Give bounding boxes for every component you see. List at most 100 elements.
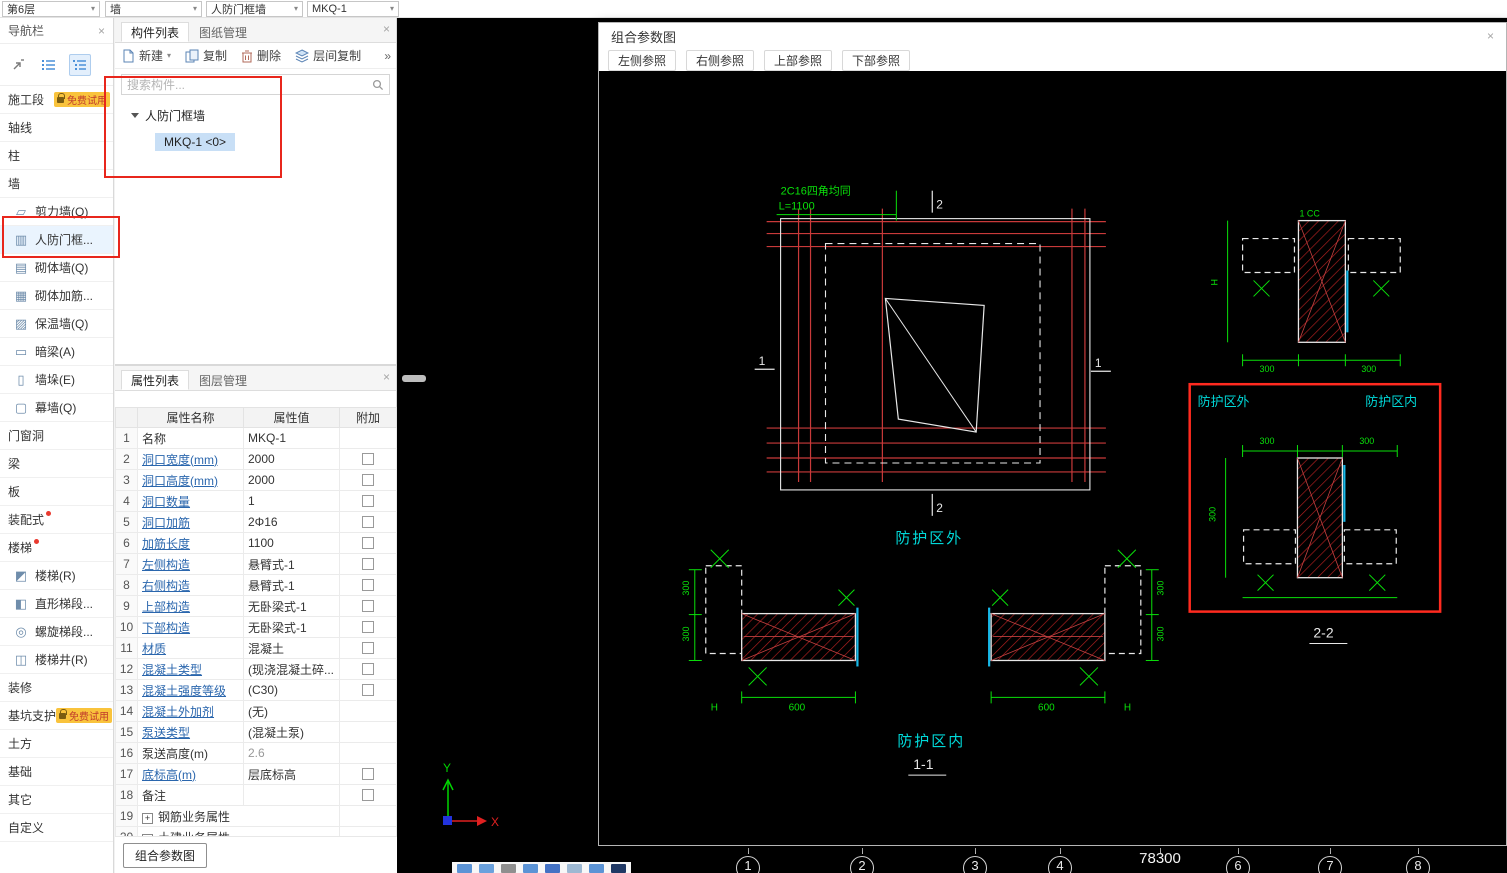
status-mini-toolbar[interactable] <box>452 862 631 873</box>
property-value[interactable]: (无) <box>244 701 340 722</box>
property-name[interactable]: 名称 <box>138 428 244 449</box>
property-value[interactable]: 2.6 <box>244 743 340 764</box>
property-name[interactable]: 洞口数量 <box>138 491 244 512</box>
tab-drawing-management[interactable]: 图纸管理 <box>189 22 257 42</box>
tree-group-row[interactable]: 人防门框墙 <box>131 107 396 124</box>
attach-checkbox[interactable] <box>362 642 374 654</box>
property-value[interactable]: 混凝土 <box>244 638 340 659</box>
nav-item-curtain-wall[interactable]: ▢幕墙(Q) <box>0 394 113 422</box>
nav-item-slab[interactable]: 板 <box>0 478 113 506</box>
property-name[interactable]: 备注 <box>138 785 244 806</box>
nav-item-construction-section[interactable]: 施工段免费试用 <box>0 86 113 114</box>
tab-property-list[interactable]: 属性列表 <box>121 370 189 390</box>
nav-item-wall[interactable]: 墙 <box>0 170 113 198</box>
property-value[interactable]: 悬臂式-1 <box>244 575 340 596</box>
attach-checkbox[interactable] <box>362 663 374 675</box>
property-name[interactable]: 泵送高度(m) <box>138 743 244 764</box>
nav-item-column[interactable]: 柱 <box>0 142 113 170</box>
property-name[interactable]: +土建业务属性 <box>138 827 340 837</box>
nav-item-earthwork[interactable]: 土方 <box>0 730 113 758</box>
nav-item-pit-support[interactable]: 基坑支护免费试用 <box>0 702 113 730</box>
dialog-drawing-area[interactable]: 2C16四角均同 L=1100 2 2 1 1 <box>599 71 1506 845</box>
nav-item-beam[interactable]: 梁 <box>0 450 113 478</box>
property-value[interactable]: 1100 <box>244 533 340 554</box>
tree-item-mkq1[interactable]: MKQ-1 <0> <box>155 133 235 151</box>
attach-checkbox[interactable] <box>362 558 374 570</box>
nav-item-foundation[interactable]: 基础 <box>0 758 113 786</box>
property-value[interactable]: 2000 <box>244 470 340 491</box>
list-view-icon[interactable] <box>38 54 60 76</box>
property-name[interactable]: 洞口加筋 <box>138 512 244 533</box>
nav-item-door-window-opening[interactable]: 门窗洞 <box>0 422 113 450</box>
mini-toolbar-icon[interactable] <box>567 864 582 873</box>
close-icon[interactable]: × <box>98 25 105 37</box>
attach-checkbox[interactable] <box>362 684 374 696</box>
property-value[interactable]: 2Φ16 <box>244 512 340 533</box>
floor-dropdown[interactable]: 第6层▾ <box>2 1 100 17</box>
nav-item-insulation-wall[interactable]: ▨保温墙(Q) <box>0 310 113 338</box>
property-value[interactable]: (现浇混凝土碎... <box>244 659 340 680</box>
tab-bottom-reference[interactable]: 下部参照 <box>842 50 910 71</box>
mini-toolbar-icon[interactable] <box>479 864 494 873</box>
property-value[interactable] <box>244 785 340 806</box>
mini-toolbar-icon[interactable] <box>589 864 604 873</box>
attach-checkbox[interactable] <box>362 600 374 612</box>
property-value[interactable]: 1 <box>244 491 340 512</box>
property-name[interactable]: +钢筋业务属性 <box>138 806 340 827</box>
property-name[interactable]: 下部构造 <box>138 617 244 638</box>
tree-view-icon[interactable] <box>69 54 91 76</box>
nav-item-decoration[interactable]: 装修 <box>0 674 113 702</box>
nav-item-shear-wall[interactable]: ▱剪力墙(Q) <box>0 198 113 226</box>
attach-checkbox[interactable] <box>362 474 374 486</box>
nav-item-wall-pier[interactable]: ▯墙垛(E) <box>0 366 113 394</box>
nav-item-prefabricated[interactable]: 装配式 <box>0 506 113 534</box>
property-value[interactable]: 悬臂式-1 <box>244 554 340 575</box>
close-icon[interactable]: × <box>383 23 390 35</box>
close-icon[interactable]: × <box>1487 30 1494 42</box>
element-type-dropdown[interactable]: 人防门框墙▾ <box>206 1 303 17</box>
property-name[interactable]: 上部构造 <box>138 596 244 617</box>
property-name[interactable]: 底标高(m) <box>138 764 244 785</box>
attach-checkbox[interactable] <box>362 516 374 528</box>
interlayer-copy-button[interactable]: 层间复制 <box>295 47 361 64</box>
nav-item-custom[interactable]: 自定义 <box>0 814 113 842</box>
nav-item-straight-stair-flight[interactable]: ◧直形梯段... <box>0 590 113 618</box>
nav-item-stairs[interactable]: 楼梯 <box>0 534 113 562</box>
combined-parameter-drawing-button[interactable]: 组合参数图 <box>123 843 207 868</box>
tab-right-reference[interactable]: 右侧参照 <box>686 50 754 71</box>
mini-toolbar-icon[interactable] <box>501 864 516 873</box>
property-value[interactable]: (C30) <box>244 680 340 701</box>
nav-item-axis-line[interactable]: 轴线 <box>0 114 113 142</box>
property-name[interactable]: 左侧构造 <box>138 554 244 575</box>
property-name[interactable]: 洞口宽度(mm) <box>138 449 244 470</box>
property-value[interactable]: 无卧梁式-1 <box>244 596 340 617</box>
property-value[interactable]: 无卧梁式-1 <box>244 617 340 638</box>
toolbar-overflow-button[interactable]: » <box>384 49 391 63</box>
attach-checkbox[interactable] <box>362 768 374 780</box>
panel-collapse-handle[interactable] <box>402 375 426 382</box>
property-name[interactable]: 混凝土外加剂 <box>138 701 244 722</box>
mini-toolbar-icon[interactable] <box>545 864 560 873</box>
tab-component-list[interactable]: 构件列表 <box>121 22 189 42</box>
property-name[interactable]: 泵送类型 <box>138 722 244 743</box>
nav-item-hidden-beam[interactable]: ▭暗梁(A) <box>0 338 113 366</box>
property-name[interactable]: 材质 <box>138 638 244 659</box>
close-icon[interactable]: × <box>383 371 390 383</box>
tab-left-reference[interactable]: 左侧参照 <box>608 50 676 71</box>
nav-item-masonry-wall[interactable]: ▤砌体墙(Q) <box>0 254 113 282</box>
nav-item-stairs-r[interactable]: ◩楼梯(R) <box>0 562 113 590</box>
nav-item-spiral-stair-flight[interactable]: ◎螺旋梯段... <box>0 618 113 646</box>
dock-pin-icon[interactable] <box>7 54 29 76</box>
copy-component-button[interactable]: 复制 <box>185 47 227 64</box>
mini-toolbar-icon[interactable] <box>523 864 538 873</box>
property-name[interactable]: 加筋长度 <box>138 533 244 554</box>
nav-item-masonry-reinforcement[interactable]: ▦砌体加筋... <box>0 282 113 310</box>
property-name[interactable]: 右侧构造 <box>138 575 244 596</box>
attach-checkbox[interactable] <box>362 537 374 549</box>
property-name[interactable]: 混凝土强度等级 <box>138 680 244 701</box>
delete-component-button[interactable]: 删除 <box>241 47 281 64</box>
attach-checkbox[interactable] <box>362 495 374 507</box>
mini-toolbar-icon[interactable] <box>457 864 472 873</box>
tab-top-reference[interactable]: 上部参照 <box>764 50 832 71</box>
attach-checkbox[interactable] <box>362 621 374 633</box>
